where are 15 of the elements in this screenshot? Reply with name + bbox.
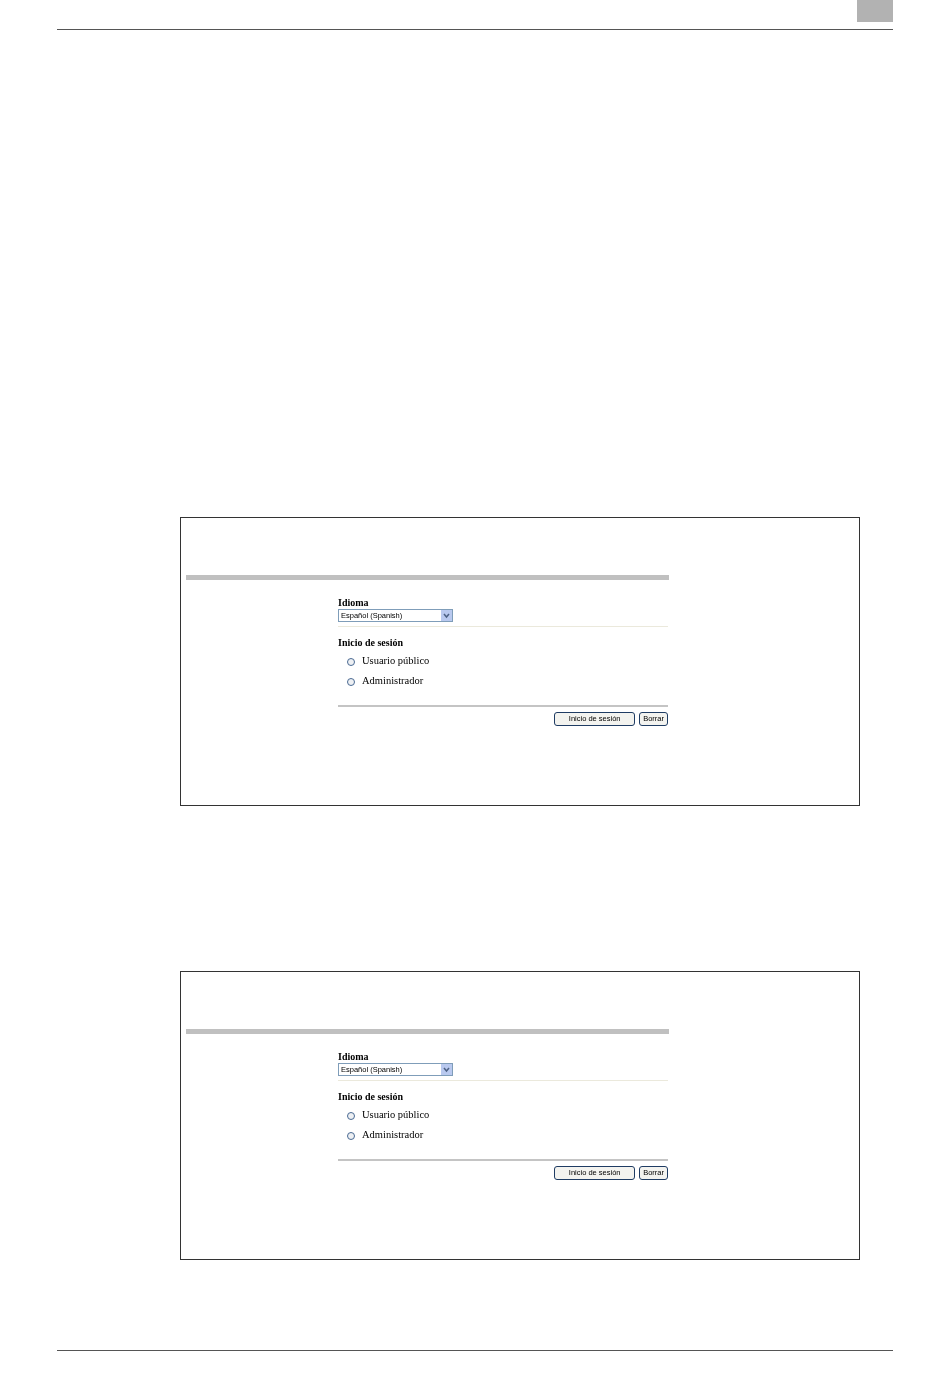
radio-option[interactable]: Usuario público <box>347 1108 668 1121</box>
field-label: Idioma <box>338 1052 370 1062</box>
radio-button[interactable] <box>347 678 355 686</box>
radio-option[interactable]: Usuario público <box>347 654 668 667</box>
radio-button[interactable] <box>347 658 355 666</box>
dropdown-arrow-icon <box>441 610 452 621</box>
field-label: Idioma <box>338 598 370 608</box>
page-tab-block <box>857 0 893 22</box>
radio-option[interactable]: Administrador <box>347 1128 668 1141</box>
radio-button[interactable] <box>347 1112 355 1120</box>
section-heading: Inicio de sesión <box>338 1091 404 1103</box>
section-heading: Inicio de sesión <box>338 637 404 649</box>
dropdown-arrow-icon <box>441 1064 452 1075</box>
radio-button[interactable] <box>347 1132 355 1140</box>
radio-option[interactable]: Administrador <box>347 674 668 687</box>
